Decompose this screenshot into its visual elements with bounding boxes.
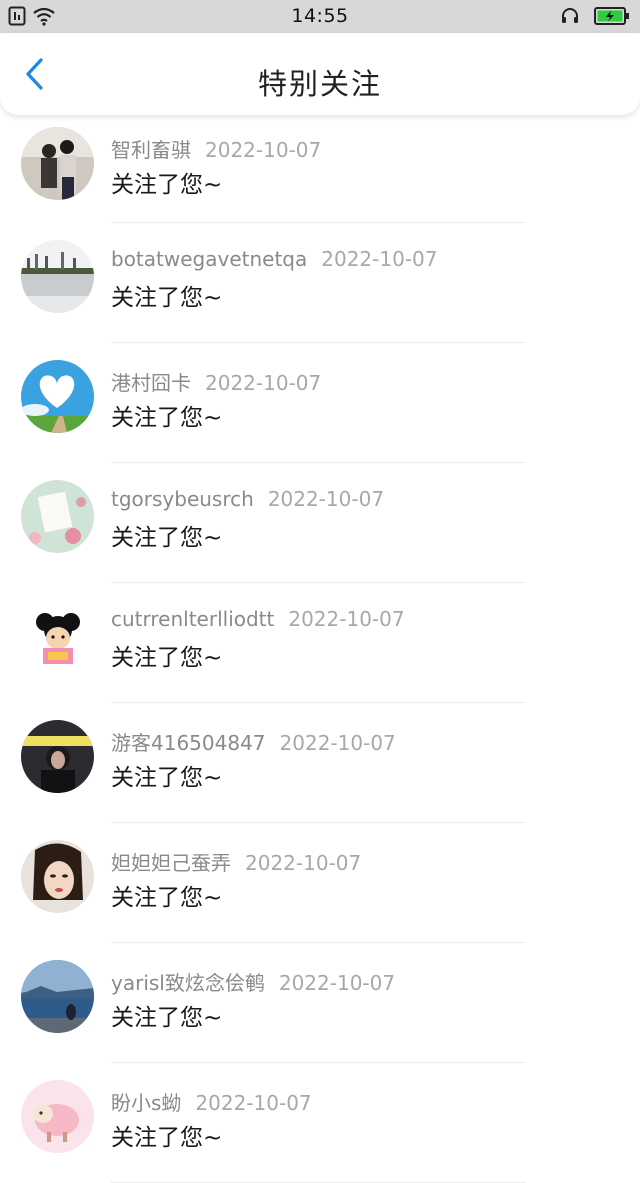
item-header: 港村囧卡 2022-10-07: [111, 367, 321, 396]
avatar[interactable]: [21, 600, 94, 673]
item-date: 2022-10-07: [205, 138, 322, 162]
headphones-icon: [560, 6, 580, 30]
list-item[interactable]: 港村囧卡 2022-10-07 关注了您~: [0, 343, 640, 463]
item-message: 关注了您~: [111, 1125, 223, 1151]
status-bar: 14:55: [0, 0, 640, 33]
item-header: 智利畜骐 2022-10-07: [111, 134, 321, 163]
item-message: 关注了您~: [111, 525, 223, 551]
avatar[interactable]: [21, 720, 94, 793]
user-name[interactable]: 智利畜骐: [111, 138, 191, 162]
follow-list: 智利畜骐 2022-10-07 关注了您~ botatwegavetnetqa 20…: [0, 110, 640, 1183]
item-message: 关注了您~: [111, 645, 223, 671]
user-name[interactable]: 港村囧卡: [111, 371, 191, 395]
item-message: 关注了您~: [111, 172, 223, 198]
user-name[interactable]: botatwegavetnetqa: [111, 247, 307, 271]
item-message: 关注了您~: [111, 1005, 223, 1031]
list-item[interactable]: botatwegavetnetqa 2022-10-07 关注了您~: [0, 223, 640, 343]
list-item[interactable]: cutrrenlterlliodtt 2022-10-07 关注了您~: [0, 583, 640, 703]
avatar[interactable]: [21, 127, 94, 200]
item-header: yarisl致炫念侩鹌 2022-10-07: [111, 967, 395, 996]
item-date: 2022-10-07: [195, 1091, 312, 1115]
list-item[interactable]: 妲妲妲己蚕弄 2022-10-07 关注了您~: [0, 823, 640, 943]
user-name[interactable]: yarisl致炫念侩鹌: [111, 971, 265, 995]
item-date: 2022-10-07: [278, 971, 396, 995]
item-message: 关注了您~: [111, 405, 223, 431]
avatar[interactable]: [21, 1080, 94, 1153]
user-name[interactable]: tgorsybeusrch: [111, 487, 254, 511]
avatar[interactable]: [21, 960, 94, 1033]
avatar[interactable]: [21, 840, 94, 913]
item-header: cutrrenlterlliodtt 2022-10-07: [111, 607, 405, 631]
user-name[interactable]: 妲妲妲己蚕弄: [111, 851, 231, 875]
user-name[interactable]: 游客416504847: [111, 731, 266, 755]
list-item[interactable]: 智利畜骐 2022-10-07 关注了您~: [0, 110, 640, 223]
list-item[interactable]: 游客416504847 2022-10-07 关注了您~: [0, 703, 640, 823]
battery-charging-icon: [594, 6, 630, 30]
item-message: 关注了您~: [111, 885, 223, 911]
item-header: tgorsybeusrch 2022-10-07: [111, 487, 384, 511]
item-header: botatwegavetnetqa 2022-10-07: [111, 247, 437, 271]
item-message: 关注了您~: [111, 765, 223, 791]
item-date: 2022-10-07: [245, 851, 362, 875]
item-header: 妲妲妲己蚕弄 2022-10-07: [111, 847, 361, 876]
page-title: 特别关注: [257, 67, 382, 101]
item-header: 盼小s蚴 2022-10-07: [111, 1087, 312, 1116]
status-right: [560, 6, 630, 30]
item-date: 2022-10-07: [288, 607, 405, 631]
item-date: 2022-10-07: [205, 371, 322, 395]
item-date: 2022-10-07: [321, 247, 438, 271]
avatar[interactable]: [21, 480, 94, 553]
item-date: 2022-10-07: [267, 487, 385, 511]
list-item[interactable]: 盼小s蚴 2022-10-07 关注了您~: [0, 1063, 640, 1183]
user-name[interactable]: cutrrenlterlliodtt: [111, 607, 274, 631]
avatar[interactable]: [21, 240, 94, 313]
item-message: 关注了您~: [111, 285, 223, 311]
list-item[interactable]: yarisl致炫念侩鹌 2022-10-07 关注了您~: [0, 943, 640, 1063]
header: 特别关注: [0, 33, 640, 115]
list-item[interactable]: tgorsybeusrch 2022-10-07 关注了您~: [0, 463, 640, 583]
user-name[interactable]: 盼小s蚴: [111, 1091, 181, 1115]
status-time: 14:55: [291, 5, 349, 27]
item-date: 2022-10-07: [279, 731, 396, 755]
item-header: 游客416504847 2022-10-07: [111, 727, 396, 756]
avatar[interactable]: [21, 360, 94, 433]
